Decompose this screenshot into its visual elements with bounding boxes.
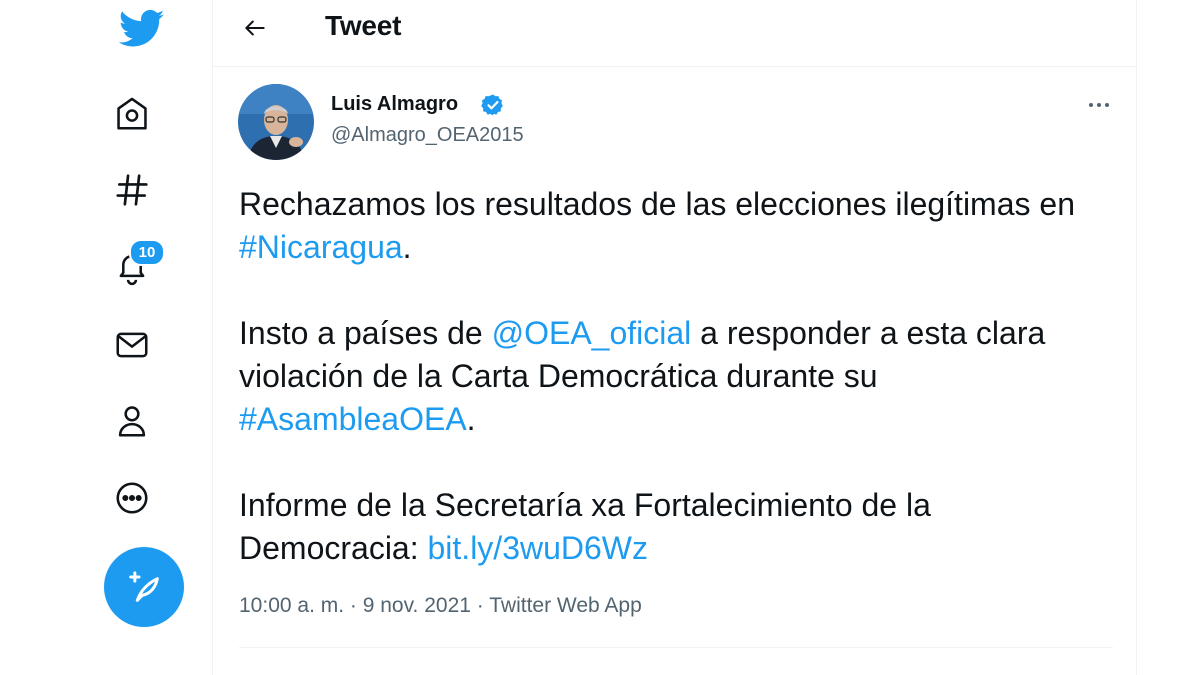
tweet-text-segment: Rechazamos los resultados de las eleccio… xyxy=(239,186,1075,222)
tweet-source[interactable]: Twitter Web App xyxy=(489,594,642,617)
hashtag-nicaragua-link[interactable]: #Nicaragua xyxy=(239,229,403,265)
messages-mail-icon[interactable] xyxy=(110,323,154,367)
divider xyxy=(239,647,1113,648)
tweet-detail-column: Tweet Luis Almagro @Almagro_OEA2015 Rech… xyxy=(212,0,1137,675)
hashtag-asambleaoea-link[interactable]: #AsambleaOEA xyxy=(239,401,467,437)
header-bar: Tweet xyxy=(213,0,1136,67)
tweet-date[interactable]: 9 nov. 2021 xyxy=(363,594,471,617)
tweet-more-button[interactable] xyxy=(1079,90,1119,120)
arrow-left-icon xyxy=(245,20,265,36)
explore-hashtag-icon[interactable] xyxy=(110,168,154,212)
back-button[interactable] xyxy=(237,10,273,46)
tweet-paragraph-3: Informe de la Secretaría xa Fortalecimie… xyxy=(239,484,1119,570)
tweet-paragraph-1: Rechazamos los resultados de las eleccio… xyxy=(239,183,1119,269)
meta-separator: · xyxy=(470,594,490,617)
compose-tweet-button[interactable] xyxy=(104,547,184,627)
more-circle-icon[interactable] xyxy=(110,476,154,520)
tweet-paragraph-2: Insto a países de @OEA_oficial a respond… xyxy=(239,312,1119,441)
home-icon[interactable] xyxy=(110,92,154,136)
compose-feather-icon xyxy=(129,571,159,602)
notifications-badge: 10 xyxy=(129,239,165,266)
tweet-text-segment: Insto a países de xyxy=(239,315,492,351)
page-title: Tweet xyxy=(325,10,402,41)
avatar[interactable] xyxy=(238,84,314,160)
ellipsis-icon xyxy=(1089,103,1109,107)
tweet-text-segment: . xyxy=(466,401,476,437)
author-handle[interactable]: @Almagro_OEA2015 xyxy=(331,124,524,147)
tweet-metadata: 10:00 a. m. · 9 nov. 2021 · Twitter Web … xyxy=(239,594,642,618)
author-name[interactable]: Luis Almagro xyxy=(331,93,458,116)
tweet-time[interactable]: 10:00 a. m. xyxy=(239,594,344,617)
profile-person-icon[interactable] xyxy=(110,399,154,443)
tweet-text-segment: . xyxy=(402,229,412,265)
twitter-logo-icon[interactable] xyxy=(118,6,166,52)
sidebar-nav: 10 xyxy=(88,0,212,675)
meta-separator: · xyxy=(344,594,363,617)
verified-badge-icon xyxy=(481,93,505,117)
mention-oea-oficial-link[interactable]: @OEA_oficial xyxy=(492,315,692,351)
external-url-link[interactable]: bit.ly/3wuD6Wz xyxy=(428,530,649,566)
tweet-body: Rechazamos los resultados de las eleccio… xyxy=(239,183,1119,570)
